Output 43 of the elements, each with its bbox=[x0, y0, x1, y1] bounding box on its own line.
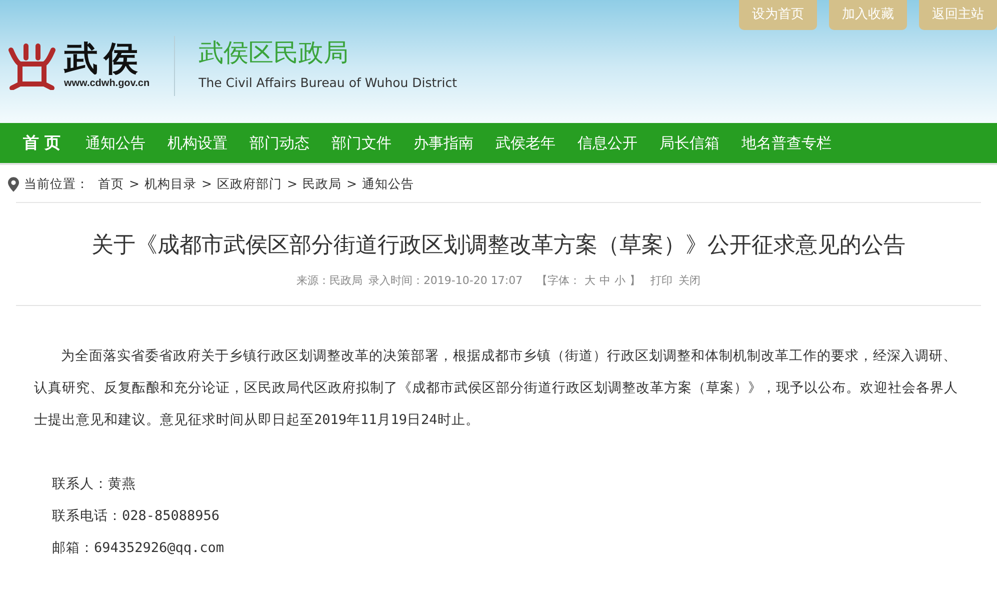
entry-time: 录入时间：2019-10-20 17:07 bbox=[368, 273, 523, 290]
breadcrumb-link[interactable]: 区政府部门 bbox=[216, 175, 282, 194]
contact-info: 联系电话：028-85088956 bbox=[52, 508, 220, 524]
breadcrumb-link[interactable]: 首页 bbox=[98, 175, 124, 194]
nav-tab[interactable]: 通知公告 bbox=[74, 132, 157, 154]
breadcrumb-separator: > bbox=[201, 175, 212, 193]
nav-tab[interactable]: 首 页 bbox=[12, 131, 75, 155]
contact-info: 联系人：黄燕 bbox=[52, 476, 136, 492]
nav-tab[interactable]: 部门动态 bbox=[238, 132, 321, 154]
nav-tab[interactable]: 局长信箱 bbox=[648, 132, 731, 154]
logo-icon bbox=[8, 42, 56, 90]
font-size-label: 【字体： bbox=[536, 273, 581, 290]
nav-tab[interactable]: 信息公开 bbox=[566, 132, 649, 154]
breadcrumb-separator: > bbox=[129, 175, 140, 193]
site-title: 武侯区民政局 bbox=[198, 38, 350, 66]
top-link-button[interactable]: 返回主站 bbox=[919, 0, 997, 30]
font-size-link[interactable]: 中 bbox=[600, 273, 611, 290]
article-source: 来源：民政局 bbox=[296, 273, 362, 290]
contact-info: 邮箱：694352926@qq.com bbox=[52, 540, 224, 556]
breadcrumb-label: 当前位置： bbox=[24, 175, 89, 193]
font-size-link[interactable]: 大 bbox=[584, 273, 596, 290]
top-link-button[interactable]: 加入收藏 bbox=[829, 0, 907, 30]
nav-tab[interactable]: 武侯老年 bbox=[484, 132, 567, 154]
site-subtitle: The Civil Affairs Bureau of Wuhou District bbox=[198, 74, 458, 92]
breadcrumb-separator: > bbox=[286, 175, 298, 193]
breadcrumb-link[interactable]: 机构目录 bbox=[144, 175, 196, 194]
article-title: 关于《成都市武侯区部分街道行政区划调整改革方案（草案）》公开征求意见的公告 bbox=[90, 232, 906, 260]
font-size-link[interactable]: 小 bbox=[614, 273, 626, 290]
breadcrumb-separator: > bbox=[346, 175, 357, 193]
nav-tab[interactable]: 机构设置 bbox=[156, 132, 239, 154]
nav-tab[interactable]: 地名普查专栏 bbox=[730, 132, 843, 154]
location-pin-icon bbox=[8, 176, 19, 192]
print-link[interactable]: 打印 bbox=[650, 273, 673, 290]
logo-text: 武侯 bbox=[64, 42, 145, 76]
nav-tab[interactable]: 办事指南 bbox=[402, 132, 485, 154]
breadcrumb-link[interactable]: 民政局 bbox=[302, 175, 342, 194]
breadcrumb-link[interactable]: 通知公告 bbox=[362, 175, 414, 194]
close-link[interactable]: 关闭 bbox=[678, 273, 701, 290]
logo-url: www.cdwh.gov.cn bbox=[64, 76, 150, 90]
top-link-button[interactable]: 设为首页 bbox=[739, 0, 817, 30]
nav-tab[interactable]: 部门文件 bbox=[320, 132, 403, 154]
font-size-bracket: 】 bbox=[630, 273, 641, 290]
article-paragraph: 为全面落实省委省政府关于乡镇行政区划调整改革的决策部署，根据成都市乡镇（街道）行政区划调整和体制机制改革工作的要求，经深入调研、认真研究、反复酝酿和充分论证，区民政局代区政府拟制了《成都市武侯区部分街道行政区划调整改革方案（草案）》，现予以公布。欢迎社会各界人士提出意见和建议。意见征求时间从即日起至2019年11月19日24时止。 bbox=[33, 346, 959, 430]
